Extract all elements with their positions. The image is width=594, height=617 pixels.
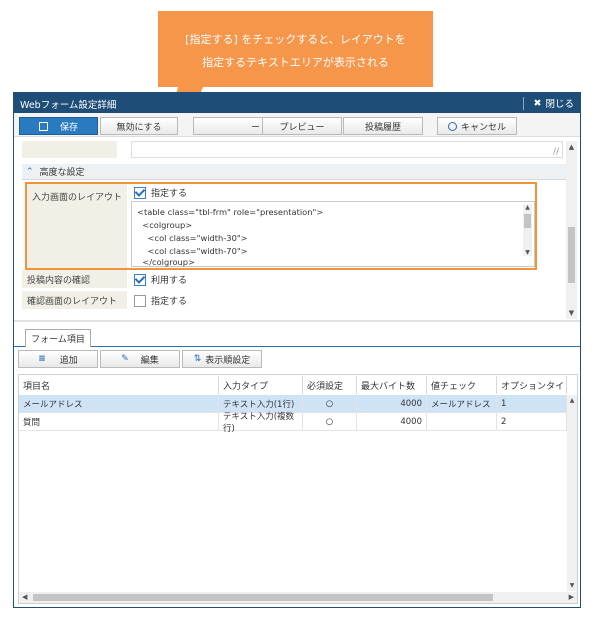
tab-form-items-label: フォーム項目 (31, 335, 85, 345)
close-label: 閉じる (545, 99, 574, 110)
cell-max-bytes: 4000 (357, 395, 427, 413)
panel-scrollbar[interactable]: ▲ ▼ (566, 141, 577, 319)
column-header-label: 入力タイプ (223, 381, 269, 392)
scroll-down-icon: ▼ (568, 309, 575, 317)
save-icon (38, 121, 48, 131)
confirm-label: 投稿内容の確認 (22, 270, 127, 288)
confirm-layout-label: 確認画面のレイアウト (22, 291, 127, 309)
pencil-icon: ✎ (121, 354, 129, 364)
cell-check (427, 413, 497, 431)
scroll-up-icon: ▲ (569, 397, 575, 404)
order-button[interactable]: ⇅ 表示順設定 (182, 350, 262, 368)
callout-line-2: 指定するテキストエリアが表示される (202, 56, 389, 69)
cancel-button[interactable]: キャンセル (437, 117, 517, 135)
advanced-section-header[interactable]: ⌃ 高度な設定 (22, 164, 566, 180)
cell-name: 質問 (19, 413, 219, 431)
scroll-right-icon: ▶ (568, 593, 574, 601)
add-label: 追加 (59, 355, 78, 366)
column-header[interactable]: 最大バイト数 (357, 376, 427, 394)
column-header-label: 値チェック (431, 381, 477, 392)
save-label: 保存 (59, 122, 78, 133)
table-horizontal-scrollbar[interactable]: ◀ ▶ (19, 592, 577, 603)
cancel-label: キャンセル (460, 122, 506, 133)
order-label: 表示順設定 (205, 355, 251, 366)
title-separator (522, 96, 524, 110)
checkbox-unchecked-icon (134, 294, 146, 307)
cell-type: テキスト入力(複数行) (219, 412, 303, 434)
column-header[interactable]: 入力タイプ (219, 376, 303, 394)
cancel-icon (447, 121, 457, 131)
save-button[interactable]: 保存 (19, 117, 98, 135)
close-icon: ✖ (533, 97, 542, 109)
scroll-left-icon: ◀ (22, 593, 28, 601)
cell-required: ○ (303, 395, 357, 413)
add-icon: ≡ (38, 354, 46, 364)
scroll-up-icon: ▲ (568, 143, 575, 151)
collapse-icon: ⌃ (26, 166, 34, 177)
preview-button[interactable]: プレビュー (262, 117, 342, 135)
edit-label: 編集 (140, 355, 159, 366)
column-header[interactable]: 項目名 (19, 376, 219, 394)
confirm-label-text: 投稿内容の確認 (27, 275, 91, 286)
column-header-label: オプションタイ (501, 381, 565, 392)
sort-icon: ⇅ (193, 354, 202, 364)
cell-required: ○ (303, 413, 357, 431)
cell-name: メールアドレス (19, 395, 219, 413)
confirm-layout-checkbox[interactable]: 指定する (134, 294, 187, 307)
history-label: 投稿履歴 (364, 122, 401, 133)
previous-row-label (22, 141, 117, 158)
add-button[interactable]: ≡ 追加 (18, 350, 98, 368)
column-header[interactable]: 必須設定 (303, 376, 357, 394)
tab-form-items[interactable]: フォーム項目 (25, 329, 91, 347)
close-button[interactable]: ✖ 閉じる (522, 96, 574, 110)
disable-button[interactable]: 無効にする (100, 117, 178, 135)
column-header-label: 最大バイト数 (361, 381, 416, 392)
column-header[interactable]: 値チェック (427, 376, 497, 394)
cell-check: メールアドレス (427, 395, 497, 413)
advanced-section-title: 高度な設定 (39, 168, 85, 178)
callout-line-1: [指定する] をチェックすると、レイアウトを (185, 33, 406, 46)
disable-label: 無効にする (116, 122, 162, 133)
column-header[interactable]: オプションタイ (497, 376, 567, 394)
confirm-checkbox-label: 利用する (151, 276, 188, 286)
scroll-down-icon: ▼ (569, 582, 575, 589)
previous-textarea[interactable] (131, 141, 563, 158)
cell-option: 2 (497, 413, 567, 431)
cell-max-bytes: 4000 (357, 413, 427, 431)
scroll-thumb[interactable] (33, 594, 493, 601)
truncated-label: ー (250, 122, 260, 133)
highlight-box (25, 182, 537, 270)
column-header-label: 項目名 (23, 381, 51, 392)
preview-label: プレビュー (279, 122, 325, 133)
confirm-layout-label-text: 確認画面のレイアウト (27, 296, 118, 307)
cell-option: 1 (497, 395, 567, 413)
splitter[interactable] (14, 320, 580, 322)
confirm-checkbox[interactable]: 利用する (134, 273, 187, 286)
annotation-callout: [指定する] をチェックすると、レイアウトを 指定するテキストエリアが表示される (158, 11, 433, 87)
scroll-thumb[interactable] (568, 227, 575, 283)
table-vertical-scrollbar[interactable]: ▲ ▼ (567, 395, 577, 591)
title-bar: Webフォーム設定詳細 ✖ 閉じる (14, 93, 580, 113)
tab-bar (14, 327, 580, 347)
confirm-layout-checkbox-label: 指定する (151, 297, 188, 307)
column-header-label: 必須設定 (307, 381, 344, 392)
history-button[interactable]: 投稿履歴 (343, 117, 423, 135)
checkbox-checked-icon (134, 273, 146, 286)
window-title: Webフォーム設定詳細 (20, 100, 117, 111)
edit-button[interactable]: ✎ 編集 (100, 350, 180, 368)
resize-handle-icon: // (553, 147, 560, 157)
